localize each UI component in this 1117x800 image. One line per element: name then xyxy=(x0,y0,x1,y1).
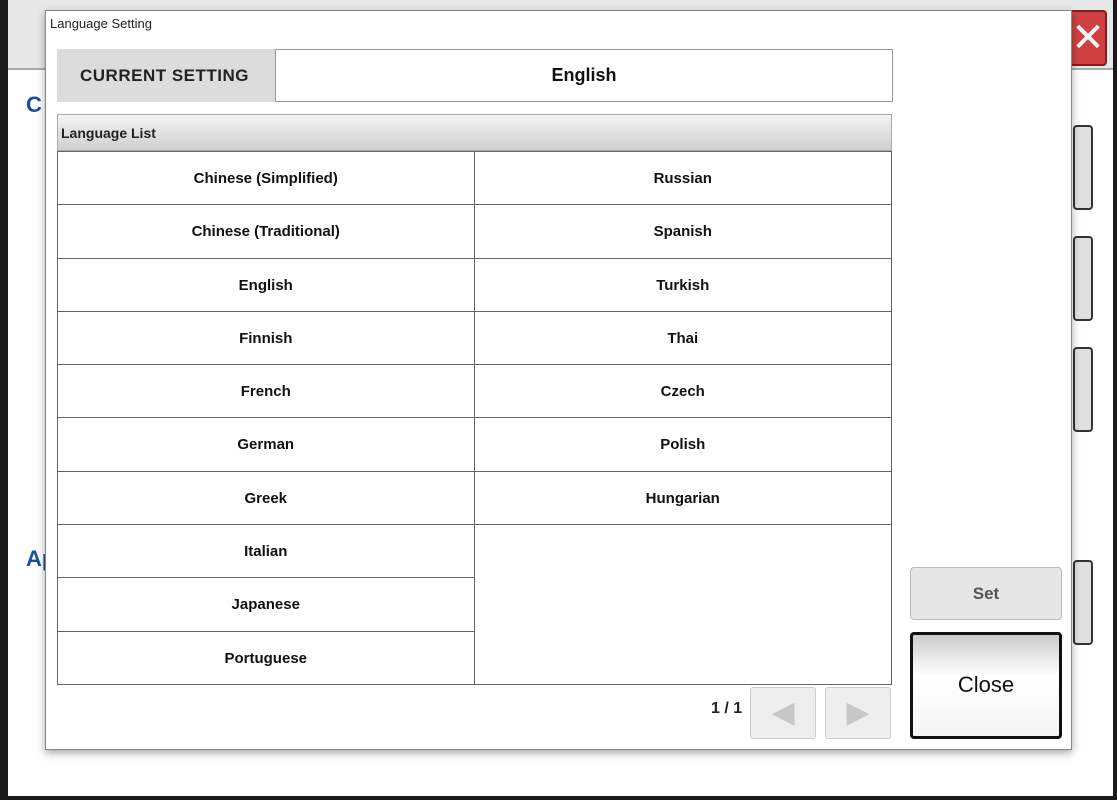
prev-page-button[interactable]: ◀ xyxy=(750,687,816,739)
language-option[interactable]: Russian xyxy=(474,152,891,206)
language-option[interactable]: Portuguese xyxy=(58,632,474,685)
language-option[interactable]: Turkish xyxy=(474,259,891,312)
language-column-right: Russian Spanish Turkish Thai Czech Polish Hung… xyxy=(474,152,891,684)
language-option[interactable]: Italian xyxy=(58,525,474,579)
language-option[interactable]: Spanish xyxy=(474,205,891,259)
language-setting-dialog: Language Setting CURRENT SETTING English… xyxy=(45,10,1072,750)
language-option[interactable]: Czech xyxy=(474,365,891,419)
set-button[interactable]: Set xyxy=(910,567,1062,620)
current-setting-label: CURRENT SETTING xyxy=(57,49,275,102)
language-option[interactable]: English xyxy=(58,259,474,312)
page-indicator: 1 / 1 xyxy=(711,700,743,717)
language-option[interactable]: Polish xyxy=(474,418,891,472)
language-option[interactable]: Thai xyxy=(474,312,891,366)
next-page-button[interactable]: ▶ xyxy=(825,687,891,739)
x-icon: ✕ xyxy=(1071,16,1105,60)
bg-button xyxy=(1073,236,1093,321)
app-close-button[interactable]: ✕ xyxy=(1069,10,1107,66)
close-button[interactable]: Close xyxy=(910,632,1062,739)
triangle-right-icon: ▶ xyxy=(846,696,870,729)
language-list-header: Language List xyxy=(57,114,892,151)
language-option[interactable]: Finnish xyxy=(58,312,474,366)
bg-button xyxy=(1073,560,1093,645)
dialog-title: Language Setting xyxy=(50,16,152,31)
bg-heading: C xyxy=(26,92,42,117)
language-option[interactable]: German xyxy=(58,418,474,472)
language-option[interactable]: Japanese xyxy=(58,578,474,632)
language-option[interactable]: Greek xyxy=(58,472,474,526)
language-option[interactable]: Chinese (Simplified) xyxy=(58,152,474,206)
language-option[interactable]: French xyxy=(58,365,474,419)
language-option[interactable]: Hungarian xyxy=(474,472,891,526)
language-column-left: Chinese (Simplified) Chinese (Traditional… xyxy=(58,152,475,685)
bg-button xyxy=(1073,125,1093,210)
triangle-left-icon: ◀ xyxy=(771,696,795,729)
current-setting-value: English xyxy=(275,49,893,102)
language-option[interactable]: Chinese (Traditional) xyxy=(58,205,474,259)
language-grid: Chinese (Simplified) Chinese (Traditional… xyxy=(57,151,892,685)
bg-button xyxy=(1073,347,1093,432)
